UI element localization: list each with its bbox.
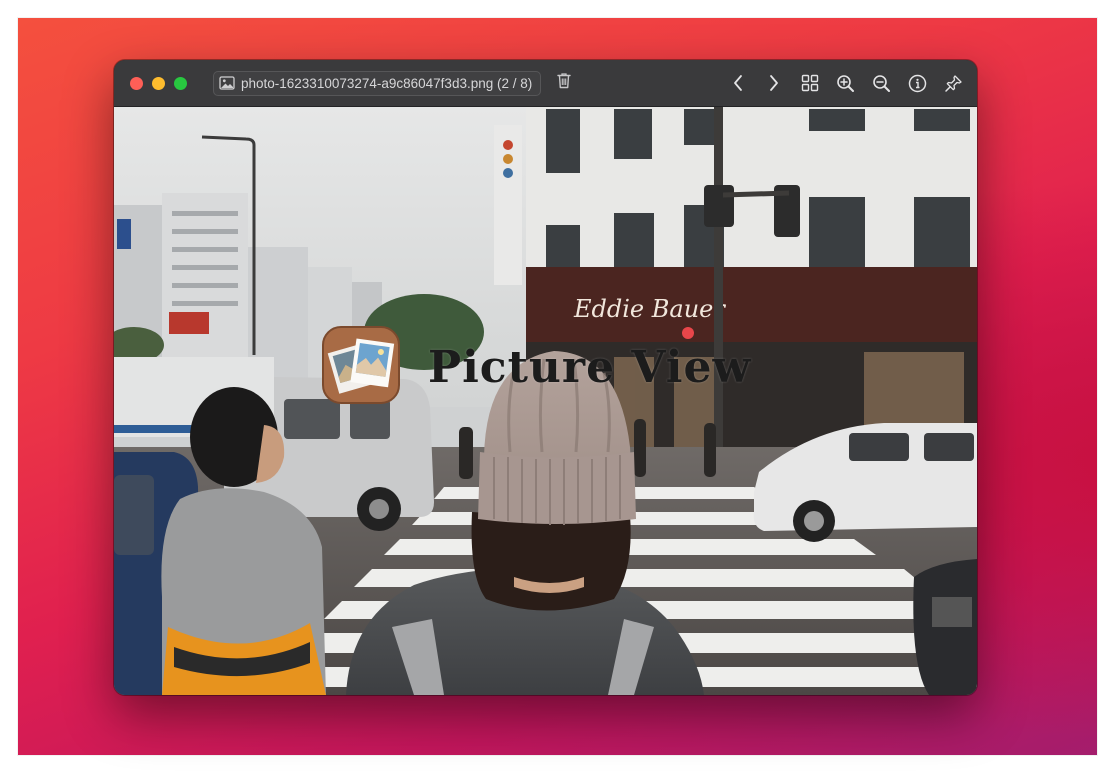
app-name-overlay: Picture View (428, 342, 752, 393)
zoom-window-button[interactable] (174, 76, 187, 90)
close-window-button[interactable] (130, 76, 143, 90)
chevron-right-icon (769, 75, 778, 91)
grid-view-button[interactable] (800, 74, 819, 93)
title-bar[interactable]: photo-1623310073274-a9c86047f3d3.png (2 … (114, 60, 977, 107)
trash-icon (555, 71, 573, 95)
storefront-sign: Eddie Bauer (573, 295, 726, 323)
toolbar-tools (728, 74, 963, 93)
zoom-in-button[interactable] (836, 74, 855, 93)
delete-button[interactable] (555, 71, 573, 95)
minimize-window-button[interactable] (152, 76, 165, 90)
desktop-wallpaper: photo-1623310073274-a9c86047f3d3.png (2 … (18, 18, 1097, 755)
image-icon (219, 76, 235, 90)
picture-view-app-icon (321, 325, 401, 405)
viewer-window: photo-1623310073274-a9c86047f3d3.png (2 … (114, 60, 977, 695)
zoom-in-icon (837, 74, 854, 92)
zoom-out-icon (873, 74, 890, 92)
pin-icon (945, 74, 962, 92)
grid-icon (801, 74, 818, 92)
photo-canvas[interactable]: Eddie Bauer Picture View (114, 107, 977, 695)
chevron-left-icon (733, 75, 742, 91)
pin-button[interactable] (944, 74, 963, 93)
window-controls (130, 76, 187, 90)
file-name-label: photo-1623310073274-a9c86047f3d3.png (2 … (241, 75, 533, 91)
previous-image-button[interactable] (728, 74, 747, 93)
info-icon (908, 74, 927, 92)
next-image-button[interactable] (764, 74, 783, 93)
street-crossing-photo: Eddie Bauer (114, 107, 977, 695)
info-button[interactable] (908, 74, 927, 93)
zoom-out-button[interactable] (872, 74, 891, 93)
file-name-pill[interactable]: photo-1623310073274-a9c86047f3d3.png (2 … (213, 70, 542, 96)
